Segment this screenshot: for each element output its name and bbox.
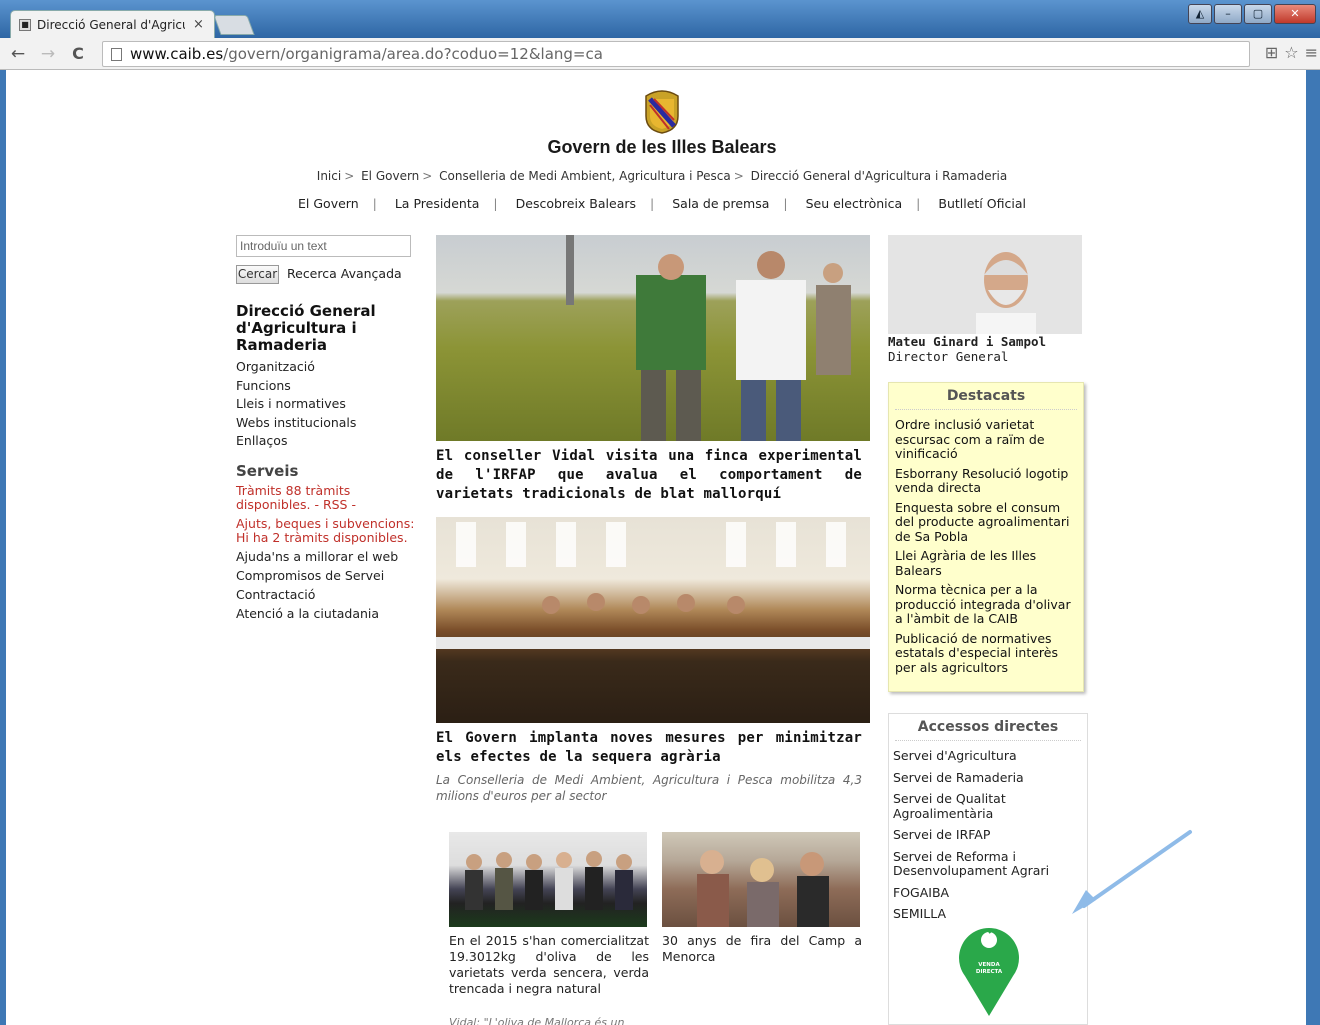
new-tab-button[interactable] [213, 15, 255, 35]
breadcrumb-item[interactable]: Conselleria de Medi Ambient, Agricultura… [439, 169, 731, 183]
browser-toolbar: ← → C www.caib.es/govern/organigrama/are… [0, 38, 1320, 70]
nav-separator: | [783, 196, 788, 211]
government-crest-logo [645, 90, 679, 134]
news-photo-olive-commercialization[interactable] [449, 832, 647, 927]
news-headline-2[interactable]: El Govern implanta noves mesures per min… [436, 729, 862, 767]
nav-separator: | [650, 196, 655, 211]
serveis-heading: Serveis [236, 462, 299, 480]
browser-tab-active[interactable]: ■ Direcció General d'Agricul × [10, 10, 215, 38]
news-photo-fair[interactable] [662, 832, 860, 927]
serveis-item[interactable]: Contractació [236, 588, 426, 602]
serveis-list: Tràmits 88 tràmits disponibles. - RSS - … [236, 484, 426, 626]
breadcrumb-item[interactable]: Inici [317, 169, 341, 183]
url-path: /govern/organigrama/area.do?coduo=12&lan… [223, 45, 603, 63]
serveis-item[interactable]: Atenció a la ciutadania [236, 607, 426, 621]
search-input[interactable]: Introduïu un text [236, 235, 411, 257]
venda-directa-logo-icon[interactable]: VENDA DIRECTA [957, 926, 1021, 1018]
site-favicon-icon: ■ [19, 18, 31, 31]
tab-strip: ■ Direcció General d'Agricul × ◭ – ▢ ✕ [0, 0, 1320, 38]
nav-descobreix-balears[interactable]: Descobreix Balears [516, 196, 636, 211]
toolbar-actions: ⊞ ☆ ≡ [1265, 43, 1318, 62]
window-controls: ◭ – ▢ ✕ [1188, 4, 1316, 24]
close-window-button[interactable]: ✕ [1274, 4, 1316, 24]
translate-icon[interactable]: ⊞ [1265, 43, 1278, 62]
minimize-button[interactable]: – [1214, 4, 1242, 24]
pointer-arrow-annotation-icon [1072, 830, 1192, 914]
director-role: Director General [888, 349, 1009, 364]
reload-button[interactable]: C [66, 44, 90, 63]
destacats-item[interactable]: Norma tècnica per a la producció integra… [895, 582, 1077, 627]
news-headline-1[interactable]: El conseller Vidal visita una finca expe… [436, 447, 862, 504]
tab-close-icon[interactable]: × [193, 17, 204, 32]
left-menu-item[interactable]: Organització [236, 358, 356, 377]
back-button[interactable]: ← [6, 44, 30, 64]
menu-icon[interactable]: ≡ [1305, 43, 1318, 62]
left-menu-item[interactable]: Enllaços [236, 432, 356, 451]
accessos-item[interactable]: SEMILLA [893, 906, 1083, 922]
left-menu-item[interactable]: Lleis i normatives [236, 395, 356, 414]
page-icon [111, 47, 122, 61]
advanced-search-link[interactable]: Recerca Avançada [287, 266, 402, 281]
destacats-box: Destacats Ordre inclusió varietat escurs… [888, 382, 1084, 692]
user-profile-icon[interactable]: ◭ [1188, 4, 1212, 24]
breadcrumb-item-current[interactable]: Direcció General d'Agricultura i Ramader… [751, 169, 1008, 183]
nav-separator: | [493, 196, 498, 211]
organization-title: Direcció General d'Agricultura i Ramader… [236, 302, 376, 354]
breadcrumb-separator: > [422, 169, 433, 183]
serveis-item[interactable]: Compromisos de Servei [236, 569, 426, 583]
accessos-item[interactable]: Servei de Ramaderia [893, 770, 1083, 786]
page-viewport: Govern de les Illes Balears Inici > El Go… [6, 70, 1306, 1025]
tab-title: Direcció General d'Agricul [37, 17, 185, 32]
news-caption-olive[interactable]: En el 2015 s'han comercialitzat 19.3012k… [449, 933, 649, 997]
nav-separator: | [916, 196, 921, 211]
director-name: Mateu Ginard i Sampol [888, 334, 1047, 349]
logo-text-venda: VENDA [978, 962, 1000, 968]
nav-sala-de-premsa[interactable]: Sala de premsa [672, 196, 769, 211]
breadcrumb-separator: > [344, 169, 355, 183]
accessos-item[interactable]: Servei de Reforma i Desenvolupament Agra… [893, 849, 1083, 879]
nav-separator: | [372, 196, 377, 211]
news-photo-meeting[interactable] [436, 517, 870, 723]
nav-butlleti-oficial[interactable]: Butlletí Oficial [938, 196, 1026, 211]
serveis-ajuts-link[interactable]: Ajuts, beques i subvencions: Hi ha 2 trà… [236, 517, 426, 545]
left-menu-item[interactable]: Funcions [236, 377, 356, 396]
accessos-title: Accessos directes [895, 719, 1081, 741]
left-menu-item[interactable]: Webs institucionals [236, 414, 356, 433]
maximize-button[interactable]: ▢ [1244, 4, 1272, 24]
serveis-item[interactable]: Ajuda'ns a millorar el web [236, 550, 426, 564]
destacats-item[interactable]: Publicació de normatives estatals d'espe… [895, 631, 1077, 676]
address-bar[interactable]: www.caib.es/govern/organigrama/area.do?c… [102, 41, 1250, 67]
nav-la-presidenta[interactable]: La Presidenta [395, 196, 480, 211]
news-caption-olive-sub: Vidal: "L'oliva de Mallorca és un [449, 1016, 625, 1025]
nav-el-govern[interactable]: El Govern [298, 196, 359, 211]
accessos-item[interactable]: Servei d'Agricultura [893, 748, 1083, 764]
director-photo [888, 235, 1082, 334]
breadcrumb-item[interactable]: El Govern [361, 169, 419, 183]
forward-button[interactable]: → [36, 44, 60, 64]
destacats-item[interactable]: Llei Agrària de les Illes Balears [895, 548, 1077, 578]
destacats-item[interactable]: Esborrany Resolució logotip venda direct… [895, 466, 1077, 496]
logo-text-directa: DIRECTA [976, 969, 1003, 975]
serveis-tramits-link[interactable]: Tràmits 88 tràmits disponibles. - RSS - [236, 484, 426, 512]
accessos-item[interactable]: FOGAIBA [893, 885, 1083, 901]
left-menu: Organització Funcions Lleis i normatives… [236, 358, 356, 451]
top-navigation: El Govern | La Presidenta | Descobreix Bal… [6, 196, 1306, 211]
bookmark-star-icon[interactable]: ☆ [1284, 43, 1298, 62]
site-title[interactable]: Govern de les Illes Balears [6, 137, 1306, 158]
news-caption-fair[interactable]: 30 anys de fira del Camp a Menorca [662, 933, 862, 965]
accessos-item[interactable]: Servei de IRFAP [893, 827, 1083, 843]
news-photo-field-visit[interactable] [436, 235, 870, 441]
nav-seu-electronica[interactable]: Seu electrònica [806, 196, 903, 211]
breadcrumb: Inici > El Govern > Conselleria de Medi Am… [6, 169, 1306, 183]
destacats-title: Destacats [895, 388, 1077, 410]
destacats-item[interactable]: Enquesta sobre el consum del producte ag… [895, 500, 1077, 545]
news-subtitle-2: La Conselleria de Medi Ambient, Agricult… [436, 773, 862, 803]
accessos-item[interactable]: Servei de Qualitat Agroalimentària [893, 791, 1083, 821]
url-host: www.caib.es [130, 45, 224, 63]
breadcrumb-separator: > [733, 169, 744, 183]
destacats-item[interactable]: Ordre inclusió varietat escursac com a r… [895, 417, 1077, 462]
search-button[interactable]: Cercar [236, 265, 279, 284]
